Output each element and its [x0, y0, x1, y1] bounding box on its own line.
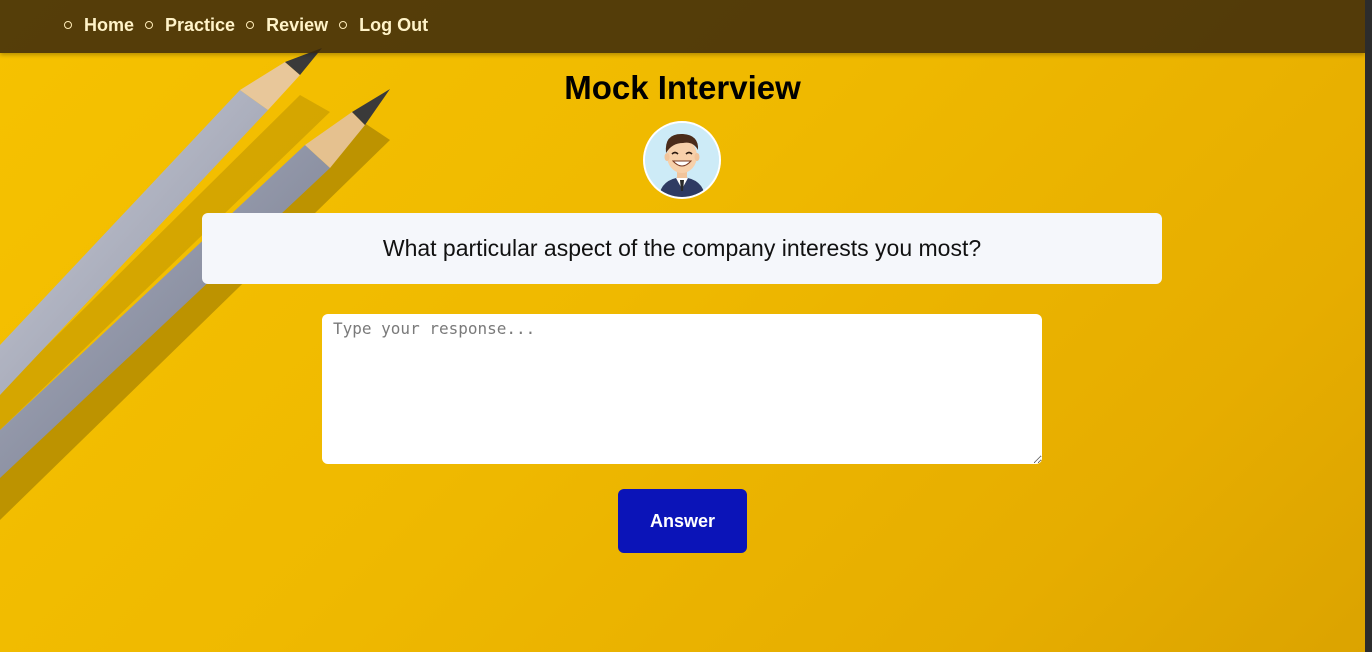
nav-link-review[interactable]: Review — [266, 14, 328, 36]
response-textarea[interactable] — [322, 314, 1042, 464]
answer-button[interactable]: Answer — [618, 489, 747, 553]
page-title: Mock Interview — [564, 69, 801, 106]
bullet-icon — [145, 21, 154, 29]
nav-link-practice[interactable]: Practice — [165, 14, 235, 36]
nav-item-review[interactable]: Review — [246, 14, 328, 36]
question-card: What particular aspect of the company in… — [202, 213, 1162, 284]
avatar — [645, 123, 719, 197]
page-scrollbar[interactable] — [1365, 0, 1372, 652]
top-navbar: Home Practice Review Log Out — [0, 0, 1365, 53]
nav-link-home[interactable]: Home — [84, 14, 134, 36]
interviewer-avatar-icon — [645, 123, 719, 197]
bullet-icon — [64, 21, 72, 29]
nav-item-practice[interactable]: Practice — [145, 14, 235, 36]
bullet-icon — [339, 21, 348, 29]
nav-list: Home Practice Review Log Out — [64, 14, 439, 36]
bullet-icon — [246, 21, 255, 29]
nav-item-logout[interactable]: Log Out — [339, 14, 428, 36]
question-text: What particular aspect of the company in… — [382, 235, 982, 261]
nav-item-home[interactable]: Home — [64, 14, 134, 36]
nav-link-logout[interactable]: Log Out — [359, 14, 428, 36]
